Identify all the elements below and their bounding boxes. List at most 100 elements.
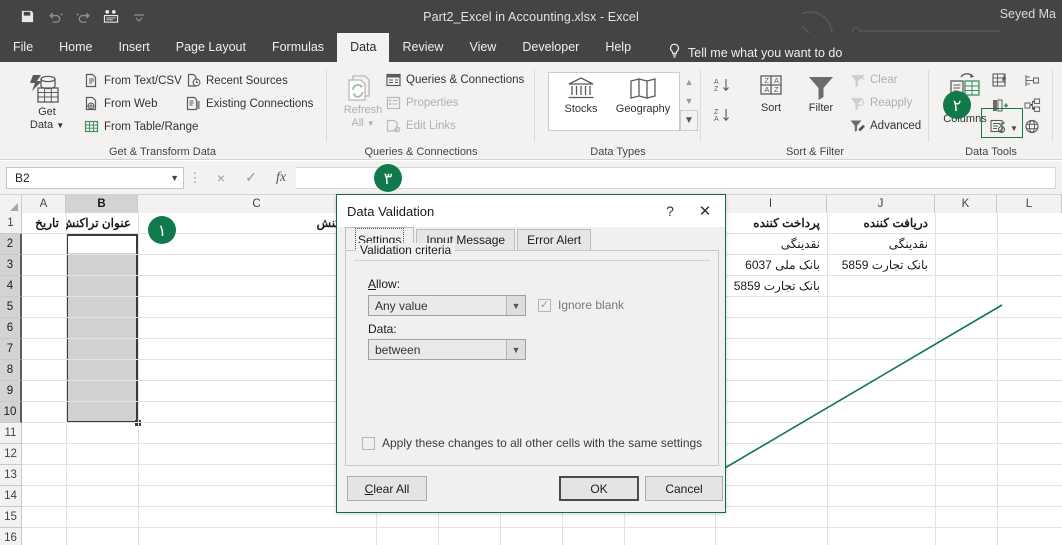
chevron-down-icon[interactable]: ▼: [506, 296, 525, 315]
apply-all-row[interactable]: Apply these changes to all other cells w…: [362, 436, 702, 450]
ignore-blank-checkbox[interactable]: ✓: [538, 298, 551, 312]
chevron-down-icon[interactable]: ▼: [170, 173, 179, 183]
column-header-A[interactable]: A: [22, 195, 66, 213]
tab-insert[interactable]: Insert: [106, 33, 163, 62]
tab-file[interactable]: File: [0, 33, 46, 62]
row-header-14[interactable]: 14: [0, 486, 22, 507]
from-table-range-button[interactable]: From Table/Range: [84, 119, 198, 134]
tab-home[interactable]: Home: [46, 33, 105, 62]
manage-data-model-button[interactable]: [1024, 119, 1041, 137]
row-header-11[interactable]: 11: [0, 423, 22, 444]
tab-data[interactable]: Data: [337, 33, 390, 62]
ignore-blank-row[interactable]: ✓ Ignore blank: [538, 298, 624, 312]
column-header-K[interactable]: K: [935, 195, 997, 213]
row-header-7[interactable]: 7: [0, 339, 22, 360]
cell-J3[interactable]: بانک تجارت 5859: [827, 255, 931, 276]
cell-A1[interactable]: تاریخ: [22, 213, 62, 234]
column-header-J[interactable]: J: [827, 195, 935, 213]
cancel-button[interactable]: Cancel: [645, 476, 723, 501]
row-header-3[interactable]: 3: [0, 255, 22, 276]
filter-button[interactable]: Filter: [792, 74, 850, 115]
insert-function-icon[interactable]: fx: [266, 170, 296, 186]
queries-connections-button[interactable]: Queries & Connections: [386, 73, 524, 87]
row-header-13[interactable]: 13: [0, 465, 22, 486]
tab-review[interactable]: Review: [389, 33, 456, 62]
existing-connections-button[interactable]: Existing Connections: [186, 96, 313, 111]
tab-help[interactable]: Help: [592, 33, 644, 62]
user-account-name[interactable]: Seyed Ma: [1000, 7, 1056, 21]
row-headers: 1 2 3 4 5 6 7 8 9 10 11 12 13 14 15 16: [0, 213, 22, 545]
cancel-entry-icon[interactable]: ×: [206, 170, 236, 186]
column-header-L[interactable]: L: [997, 195, 1062, 213]
formula-bar-splitter[interactable]: ⋮: [184, 170, 206, 186]
save-icon[interactable]: [14, 5, 40, 29]
scroll-down-icon[interactable]: ▼: [680, 91, 698, 110]
confirm-entry-icon[interactable]: ✓: [236, 169, 266, 186]
tab-error-alert[interactable]: Error Alert: [517, 229, 592, 250]
row-header-4[interactable]: 4: [0, 276, 22, 297]
data-types-more-icon[interactable]: ▼: [680, 110, 698, 131]
name-box[interactable]: B2 ▼: [6, 166, 184, 189]
flash-fill-button[interactable]: [992, 73, 1009, 91]
clear-all-button[interactable]: Clear All: [347, 476, 427, 501]
touch-mode-icon[interactable]: [98, 5, 124, 29]
formula-input[interactable]: [296, 166, 1056, 189]
ribbon-tab-strip[interactable]: File Home Insert Page Layout Formulas Da…: [0, 33, 1062, 62]
cell-I3[interactable]: بانک ملی 6037: [715, 255, 823, 276]
scroll-up-icon[interactable]: ▲: [680, 72, 698, 91]
tab-developer[interactable]: Developer: [509, 33, 592, 62]
row-header-16[interactable]: 16: [0, 528, 22, 545]
cell-J1[interactable]: دریافت کننده: [827, 213, 931, 234]
cell-I2[interactable]: نقدینگی: [715, 234, 823, 255]
undo-icon[interactable]: [42, 5, 68, 29]
ok-button[interactable]: OK: [559, 476, 639, 501]
cell-I1[interactable]: پرداخت کننده: [715, 213, 823, 234]
row-header-12[interactable]: 12: [0, 444, 22, 465]
row-header-2[interactable]: 2: [0, 234, 22, 255]
column-header-I[interactable]: I: [715, 195, 827, 213]
callout-badge-1: ۱: [148, 216, 176, 244]
data-validation-dialog[interactable]: Data Validation ? ✕ Settings Input Messa…: [336, 194, 726, 513]
row-header-1[interactable]: 1: [0, 213, 22, 234]
sort-za-button[interactable]: ZA: [714, 106, 734, 129]
group-label-queries: Queries & Connections: [364, 146, 478, 158]
row-header-5[interactable]: 5: [0, 297, 22, 318]
geography-button[interactable]: Geography: [610, 76, 676, 116]
allow-combobox[interactable]: Any value ▼: [368, 295, 526, 316]
close-icon[interactable]: ✕: [685, 202, 725, 220]
tab-view[interactable]: View: [456, 33, 509, 62]
recent-sources-button[interactable]: Recent Sources: [186, 73, 288, 88]
reapply-button: Reapply: [850, 96, 912, 110]
row-header-8[interactable]: 8: [0, 360, 22, 381]
consolidate-button[interactable]: [1024, 73, 1041, 91]
customize-qat-icon[interactable]: [126, 5, 152, 29]
row-header-10[interactable]: 10: [0, 402, 22, 423]
apply-all-checkbox[interactable]: [362, 436, 375, 450]
help-icon[interactable]: ?: [655, 203, 685, 219]
relationships-button[interactable]: [1024, 98, 1041, 116]
tab-formulas[interactable]: Formulas: [259, 33, 337, 62]
data-types-scroll[interactable]: ▲ ▼ ▼: [680, 72, 698, 131]
quick-access-toolbar[interactable]: [0, 5, 152, 29]
row-header-15[interactable]: 15: [0, 507, 22, 528]
refresh-all-button[interactable]: Refresh All ▼: [334, 74, 392, 130]
sort-az-button[interactable]: AZ: [714, 76, 734, 99]
column-header-B[interactable]: B: [66, 195, 138, 213]
tell-me-search[interactable]: Tell me what you want to do: [644, 43, 842, 62]
get-data-button[interactable]: Get Data ▼: [18, 74, 76, 132]
redo-icon[interactable]: [70, 5, 96, 29]
cell-B1[interactable]: عنوان تراکنش: [66, 213, 134, 234]
data-combobox[interactable]: between ▼: [368, 339, 526, 360]
row-header-9[interactable]: 9: [0, 381, 22, 402]
from-text-csv-button[interactable]: From Text/CSV: [84, 73, 182, 88]
chevron-down-icon[interactable]: ▼: [506, 340, 525, 359]
row-header-6[interactable]: 6: [0, 318, 22, 339]
cell-I4[interactable]: بانک تجارت 5859: [715, 276, 823, 297]
select-all-corner[interactable]: [0, 195, 22, 213]
advanced-filter-button[interactable]: Advanced: [850, 119, 921, 133]
dialog-buttons[interactable]: Clear All OK Cancel: [337, 476, 725, 502]
cell-J2[interactable]: نقدینگی: [827, 234, 931, 255]
tab-page-layout[interactable]: Page Layout: [163, 33, 259, 62]
stocks-button[interactable]: Stocks: [552, 76, 610, 116]
from-web-button[interactable]: From Web: [84, 96, 157, 111]
